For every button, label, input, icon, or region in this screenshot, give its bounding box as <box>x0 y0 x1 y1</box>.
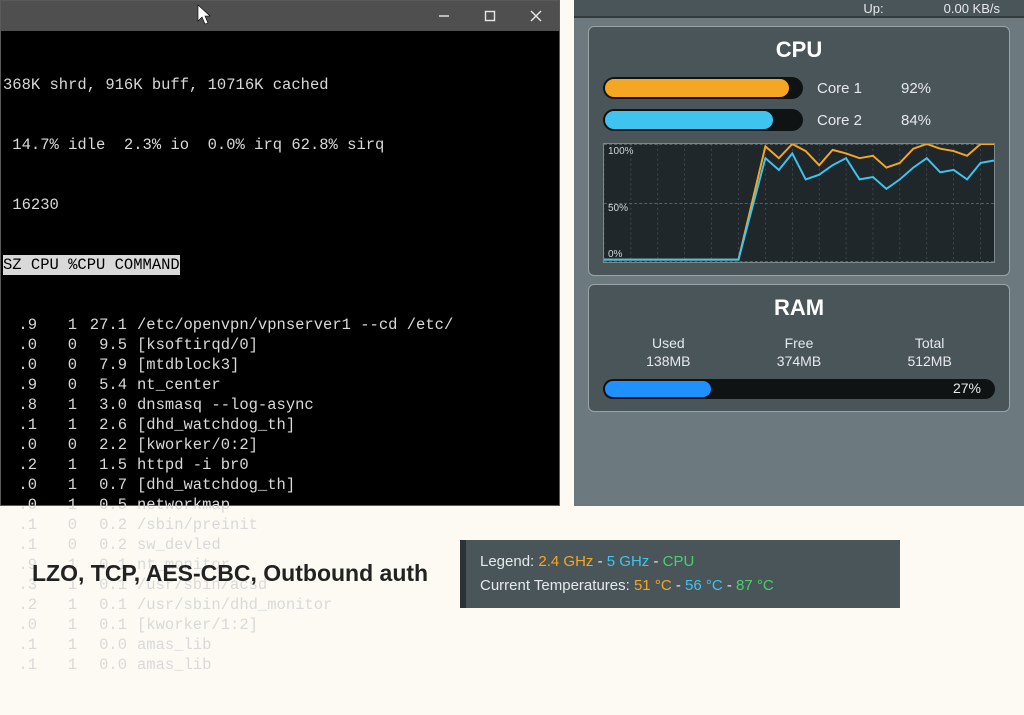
cpu-chart: 100% 50% 0% <box>603 143 995 263</box>
cursor-icon <box>196 3 214 32</box>
caption-text: LZO, TCP, AES-CBC, Outbound auth <box>32 560 428 587</box>
legend-label: Legend: <box>480 553 534 570</box>
legend-box: Legend: 2.4 GHz - 5 GHz - CPU Current Te… <box>460 540 900 608</box>
process-row: .100.2/sbin/preinit <box>3 515 559 535</box>
temps-label: Current Temperatures: <box>480 577 630 594</box>
ram-panel: RAM Used 138MB Free 374MB Total 512MB 27% <box>588 284 1010 412</box>
ram-bar: 27% <box>603 379 995 399</box>
core-label: Core 2 <box>817 112 887 129</box>
process-row: .009.5[ksoftirqd/0] <box>3 335 559 355</box>
core-row: Core 2 84% <box>603 109 995 131</box>
process-row: .112.6[dhd_watchdog_th] <box>3 415 559 435</box>
process-row: .002.2[kworker/0:2] <box>3 435 559 455</box>
temp-value: 51 °C <box>634 577 672 594</box>
process-row: .110.0amas_lib <box>3 655 559 675</box>
ram-free: 374MB <box>777 353 821 369</box>
table-header: SZ CPU %CPU COMMAND <box>3 255 180 275</box>
process-row: .813.0dnsmasq --log-async <box>3 395 559 415</box>
minimize-button[interactable] <box>421 1 467 31</box>
terminal-output[interactable]: 368K shrd, 916K buff, 10716K cached 14.7… <box>1 31 559 715</box>
process-row: .211.5httpd -i br0 <box>3 455 559 475</box>
core-pct: 84% <box>901 112 951 129</box>
process-row: .010.1[kworker/1:2] <box>3 615 559 635</box>
ram-used-label: Used <box>646 335 690 351</box>
up-rate: 0.00 KB/s <box>944 1 1000 16</box>
ram-total: 512MB <box>907 353 951 369</box>
cpu-line: 14.7% idle 2.3% io 0.0% irq 62.8% sirq <box>3 135 559 155</box>
process-row: .110.0amas_lib <box>3 635 559 655</box>
window-titlebar[interactable] <box>1 1 559 31</box>
ram-free-label: Free <box>777 335 821 351</box>
net-rate-strip: Up: 0.00 KB/s <box>574 0 1024 18</box>
temp-value: 87 °C <box>736 577 774 594</box>
ram-used: 138MB <box>646 353 690 369</box>
process-row: .007.9[mtdblock3] <box>3 355 559 375</box>
cpu-title: CPU <box>603 37 995 63</box>
temp-value: 56 °C <box>685 577 723 594</box>
legend-item: CPU <box>663 553 695 570</box>
ram-total-label: Total <box>907 335 951 351</box>
core-pct: 92% <box>901 80 951 97</box>
core-bar <box>603 77 803 99</box>
process-row: .010.5networkmap <box>3 495 559 515</box>
pid-line: 16230 <box>3 195 559 215</box>
ram-title: RAM <box>603 295 995 321</box>
terminal-window[interactable]: 368K shrd, 916K buff, 10716K cached 14.7… <box>0 0 560 506</box>
core-row: Core 1 92% <box>603 77 995 99</box>
core-label: Core 1 <box>817 80 887 97</box>
legend-item: 2.4 GHz <box>538 553 593 570</box>
cpu-panel: CPU Core 1 92% Core 2 84% 100% 50% 0% <box>588 26 1010 276</box>
close-button[interactable] <box>513 1 559 31</box>
mem-line: 368K shrd, 916K buff, 10716K cached <box>3 75 559 95</box>
legend-item: 5 GHz <box>607 553 650 570</box>
process-row: .905.4nt_center <box>3 375 559 395</box>
core-bar <box>603 109 803 131</box>
up-label: Up: <box>863 1 883 16</box>
dashboard: Up: 0.00 KB/s CPU Core 1 92% Core 2 84% 100… <box>574 0 1024 506</box>
maximize-button[interactable] <box>467 1 513 31</box>
process-row: .9127.1/etc/openvpn/vpnserver1 --cd /etc… <box>3 315 559 335</box>
process-row: .010.7[dhd_watchdog_th] <box>3 475 559 495</box>
ram-pct: 27% <box>953 380 981 396</box>
